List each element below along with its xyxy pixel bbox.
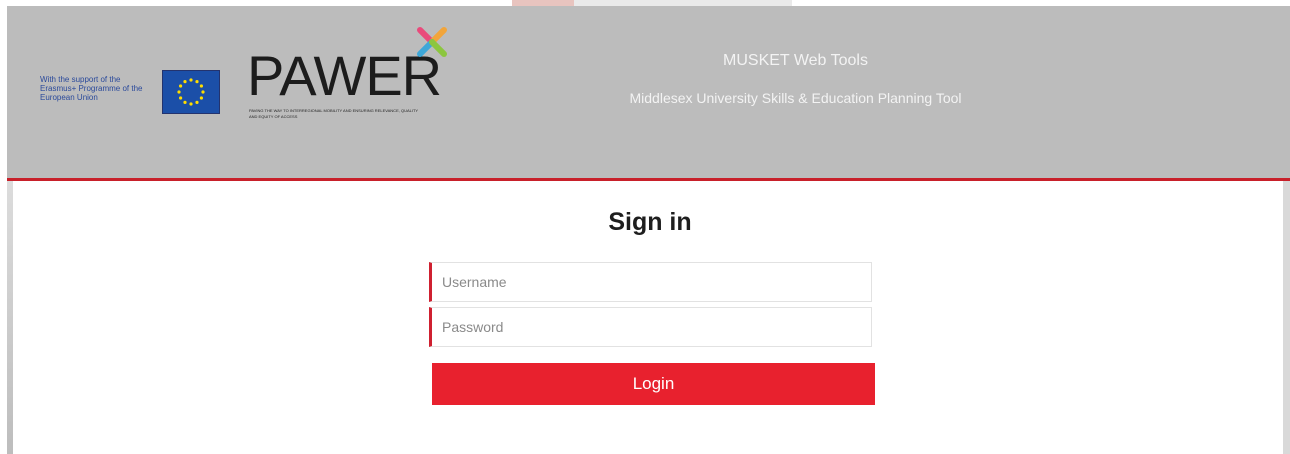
pawer-logo: PAWER Paving the way to interregional mo… (247, 27, 457, 156)
eu-flag-icon (162, 70, 220, 114)
app-subtitle: Middlesex University Skills & Education … (629, 90, 962, 106)
pawer-logo-text: PAWER (247, 44, 442, 107)
password-input[interactable] (429, 307, 872, 347)
signin-heading: Sign in (608, 208, 692, 236)
eu-support-text: With the support of the Erasmus+ Program… (40, 75, 143, 102)
app-title: MUSKET Web Tools (723, 52, 868, 69)
pawer-cross-icon (414, 24, 450, 65)
pawer-tagline: Paving the way to interregional mobility… (249, 108, 419, 119)
left-border (7, 181, 13, 454)
header-divider (7, 178, 1290, 181)
login-button[interactable]: Login (432, 363, 875, 405)
username-input[interactable] (429, 262, 872, 302)
right-scrollbar[interactable] (1283, 181, 1290, 454)
